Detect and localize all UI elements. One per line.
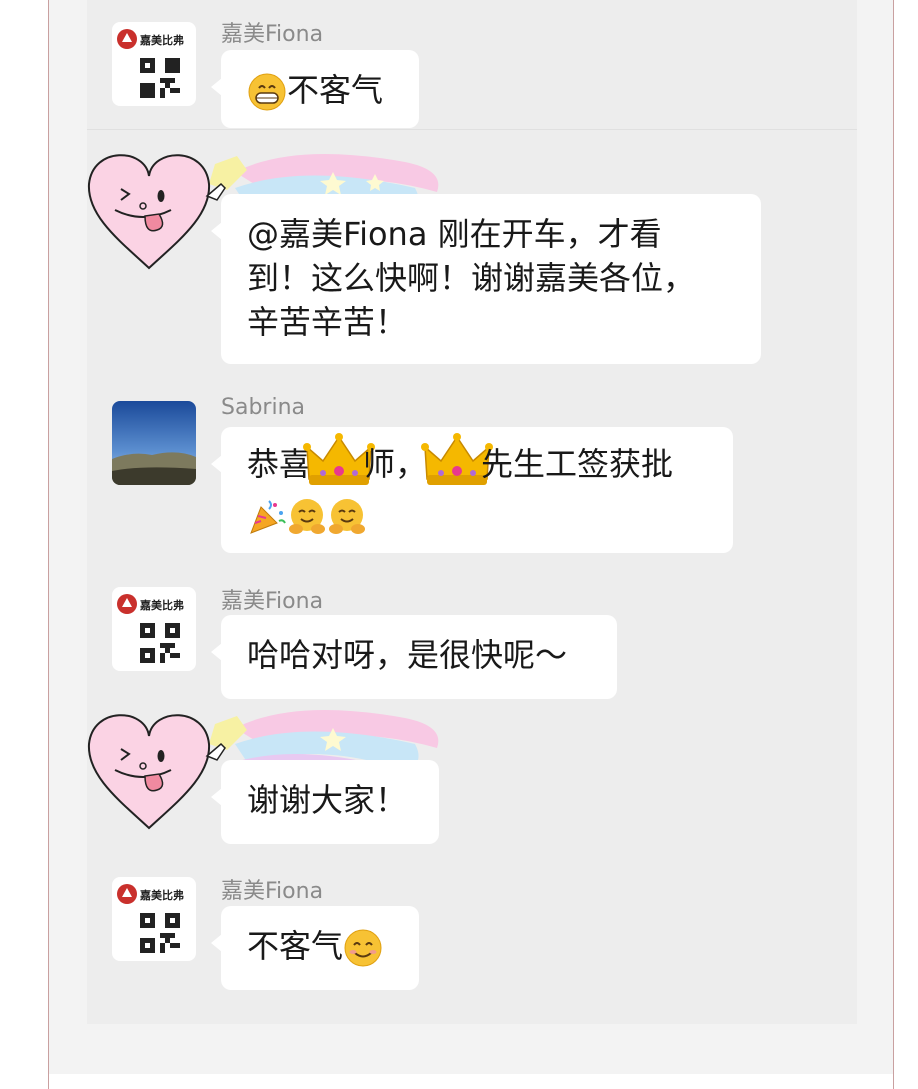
svg-text:嘉美比弗: 嘉美比弗 — [139, 598, 184, 612]
message-bubble[interactable]: @嘉美Fiona 刚在开车，才看 到！这么快啊！谢谢嘉美各位， 辛苦辛苦！ — [211, 194, 761, 364]
avatar[interactable]: 嘉美比弗 — [112, 877, 196, 961]
company-logo: 嘉美比弗 — [117, 594, 184, 614]
qr-code-icon — [140, 623, 180, 663]
message-text-line: @嘉美Fiona 刚在开车，才看 — [247, 215, 662, 253]
message-bubble[interactable]: 哈哈对呀，是很快呢～ — [211, 615, 617, 699]
sender-name: Sabrina — [221, 395, 305, 420]
message-text-line: 到！这么快啊！谢谢嘉美各位， — [247, 259, 696, 297]
qr-code-icon — [140, 913, 180, 953]
hug-emoji — [289, 499, 325, 534]
avatar[interactable] — [112, 401, 196, 485]
message-text: 先生工签获批 — [481, 445, 674, 483]
message-text: 不客气 — [247, 927, 344, 965]
message-item: 嘉美比弗 嘉美Fiona 不客气 — [87, 865, 857, 995]
sender-name: 嘉美Fiona — [221, 589, 324, 614]
sender-name: 嘉美Fiona — [221, 879, 324, 904]
chat-history[interactable]: 嘉美比弗 嘉美Fiona 不客气 @嘉美Fiona 刚在开车，才看 到！这么快啊… — [87, 0, 857, 1024]
message-item: 嘉美比弗 嘉美Fiona 不客气 — [87, 0, 857, 130]
avatar[interactable]: 嘉美比弗 — [112, 22, 196, 106]
company-logo: 嘉美比弗 — [117, 29, 184, 49]
smile-emoji — [344, 929, 382, 967]
svg-text:嘉美比弗: 嘉美比弗 — [139, 33, 184, 47]
company-logo: 嘉美比弗 — [117, 884, 184, 904]
message-item: Sabrina 恭喜 师， 先生工签获批 — [87, 385, 857, 560]
message-text: 不客气 — [287, 71, 384, 109]
message-item: @嘉美Fiona 刚在开车，才看 到！这么快啊！谢谢嘉美各位， 辛苦辛苦！ — [87, 130, 857, 370]
chat-window: 嘉美比弗 嘉美Fiona 不客气 @嘉美Fiona 刚在开车，才看 到！这么快啊… — [48, 0, 894, 1089]
message-bubble[interactable]: 不客气 — [211, 50, 419, 128]
message-text: 师， — [363, 445, 428, 483]
sender-name: 嘉美Fiona — [221, 22, 324, 47]
party-popper-emoji — [250, 500, 286, 534]
message-bubble[interactable]: 不客气 — [211, 906, 419, 990]
svg-text:嘉美比弗: 嘉美比弗 — [139, 888, 184, 902]
hug-emoji — [329, 499, 365, 534]
message-text: 恭喜 — [247, 445, 312, 483]
bottom-bar — [49, 1074, 893, 1089]
message-item: 嘉美比弗 嘉美Fiona 哈哈对呀，是很快呢～ — [87, 575, 857, 705]
message-text: 谢谢大家！ — [247, 781, 408, 819]
qr-code-icon — [140, 58, 180, 98]
message-item: 谢谢大家！ — [87, 710, 857, 850]
message-text-line: 辛苦辛苦！ — [247, 303, 408, 341]
grin-emoji — [248, 73, 286, 111]
message-bubble[interactable]: 恭喜 师， 先生工签获批 — [211, 427, 733, 553]
message-bubble[interactable]: 谢谢大家！ — [211, 760, 439, 844]
landscape-avatar-image — [112, 401, 196, 485]
message-text: 哈哈对呀，是很快呢～ — [247, 636, 568, 674]
avatar[interactable]: 嘉美比弗 — [112, 587, 196, 671]
